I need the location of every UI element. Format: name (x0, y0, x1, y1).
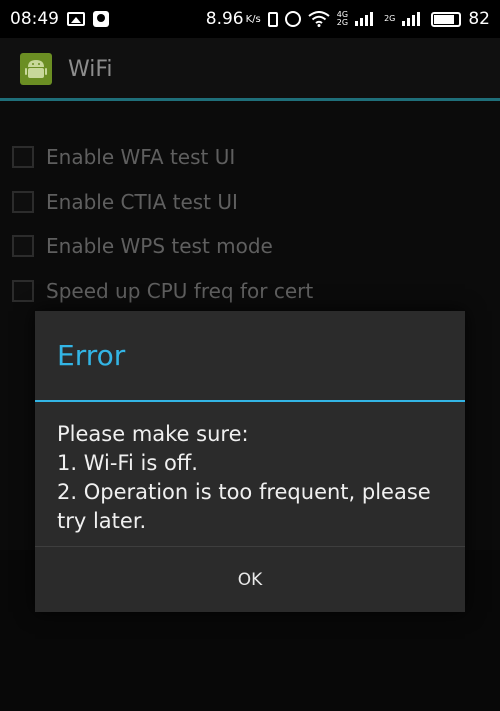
network-type-sim2: 2G (384, 14, 396, 23)
setting-label: Enable WFA test UI (46, 145, 236, 170)
setting-label: Enable WPS test mode (46, 234, 273, 259)
setting-wps-test-mode[interactable]: Enable WPS test mode (0, 224, 500, 269)
error-dialog: Error Please make sure: 1. Wi-Fi is off.… (35, 311, 465, 612)
app-notification-icon (93, 11, 109, 27)
action-bar-divider (0, 98, 500, 101)
speed-up-cpu-checkbox[interactable] (12, 279, 34, 302)
alarm-icon (284, 11, 301, 27)
status-bar: 08:49 8.96 K/s 4G 2G 2G 82 (0, 0, 500, 38)
page-title: WiFi (68, 56, 113, 82)
settings-list: Enable WFA test UI Enable CTIA test UI E… (0, 135, 500, 313)
status-left: 08:49 (10, 9, 109, 29)
setting-ctia-test-ui[interactable]: Enable CTIA test UI (0, 180, 500, 225)
status-time: 08:49 (10, 9, 59, 29)
battery-level: 82 (468, 9, 490, 29)
dialog-message: Please make sure: 1. Wi-Fi is off. 2. Op… (35, 402, 465, 546)
setting-label: Enable CTIA test UI (46, 189, 238, 214)
action-bar: WiFi (0, 38, 500, 100)
android-icon[interactable] (20, 53, 52, 85)
dialog-message-line: 1. Wi-Fi is off. (57, 451, 198, 475)
wifi-icon (308, 11, 330, 27)
ctia-test-ui-checkbox[interactable] (12, 190, 34, 213)
dialog-message-line: try later. (57, 509, 147, 533)
wfa-test-ui-checkbox[interactable] (12, 146, 34, 169)
status-right: 8.96 K/s 4G 2G 2G 82 (206, 9, 490, 29)
dialog-message-line: Please make sure: (57, 422, 249, 446)
dialog-message-line: 2. Operation is too frequent, please (57, 480, 431, 504)
network-type-sim1: 4G 2G (337, 11, 348, 27)
net-speed: 8.96 (205, 9, 244, 29)
ok-button[interactable]: OK (35, 547, 465, 612)
wps-test-mode-checkbox[interactable] (12, 235, 34, 258)
setting-speed-up-cpu[interactable]: Speed up CPU freq for cert (0, 269, 500, 314)
image-notification-icon (67, 12, 85, 26)
network-type-bottom: 2G (336, 18, 349, 27)
setting-wfa-test-ui[interactable]: Enable WFA test UI (0, 135, 500, 180)
vibrate-icon (267, 11, 278, 27)
android-robot-icon (25, 60, 47, 78)
setting-label: Speed up CPU freq for cert (46, 278, 314, 303)
dialog-title: Error (57, 339, 126, 372)
signal-sim1-icon (355, 12, 374, 26)
signal-sim2-icon (402, 12, 421, 26)
battery-icon (431, 11, 462, 27)
net-speed-unit: K/s (245, 13, 261, 25)
